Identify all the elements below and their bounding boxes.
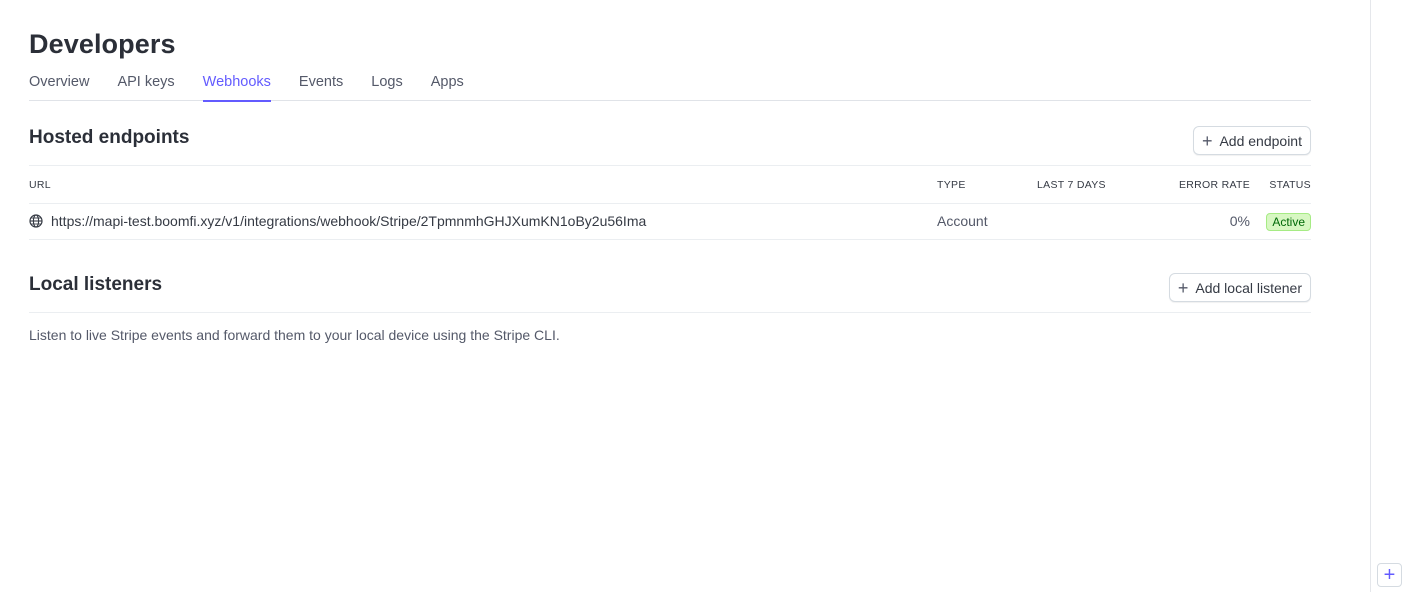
endpoint-url[interactable]: https://mapi-test.boomfi.xyz/v1/integrat… [51,213,646,229]
page-title: Developers [29,29,176,59]
column-status: STATUS [1269,179,1311,191]
endpoints-table-header: URL TYPE LAST 7 DAYS ERROR RATE STATUS [29,166,1311,204]
column-error-rate: ERROR RATE [1178,179,1250,191]
status-badge: Active [1266,213,1311,231]
hosted-endpoints-header: Hosted endpoints + Add endpoint [29,126,1311,166]
developers-page: Developers Overview API keys Webhooks Ev… [0,0,1402,592]
tab-api-keys[interactable]: API keys [117,72,174,101]
endpoint-url-cell: https://mapi-test.boomfi.xyz/v1/integrat… [29,213,646,229]
column-url: URL [29,179,51,191]
plus-icon: + [1201,130,1213,151]
tab-events[interactable]: Events [299,72,343,101]
plus-icon: + [1383,564,1396,586]
add-local-listener-label: Add local listener [1195,279,1302,296]
developer-tabs: Overview API keys Webhooks Events Logs A… [29,72,1311,102]
local-listeners-title: Local listeners [29,274,163,295]
endpoint-type: Account [937,213,988,229]
endpoint-error-rate: 0% [1229,213,1250,229]
add-endpoint-button[interactable]: + Add endpoint [1192,126,1311,155]
tab-logs[interactable]: Logs [371,72,402,101]
globe-icon [29,214,43,228]
tab-webhooks[interactable]: Webhooks [202,72,272,102]
tab-apps[interactable]: Apps [431,72,464,101]
right-panel-divider [1370,0,1371,592]
column-last-7-days: LAST 7 DAYS [1037,179,1106,191]
local-listeners-description: Listen to live Stripe events and forward… [29,327,560,343]
table-row[interactable]: https://mapi-test.boomfi.xyz/v1/integrat… [29,204,1311,240]
hosted-endpoints-title: Hosted endpoints [29,127,190,148]
plus-icon: + [1177,277,1189,298]
local-listeners-header: Local listeners + Add local listener [29,273,1311,313]
expand-panel-button[interactable]: + [1377,563,1402,587]
column-type: TYPE [937,179,966,191]
add-endpoint-label: Add endpoint [1219,132,1302,149]
add-local-listener-button[interactable]: + Add local listener [1168,273,1311,302]
tab-overview[interactable]: Overview [29,72,89,101]
